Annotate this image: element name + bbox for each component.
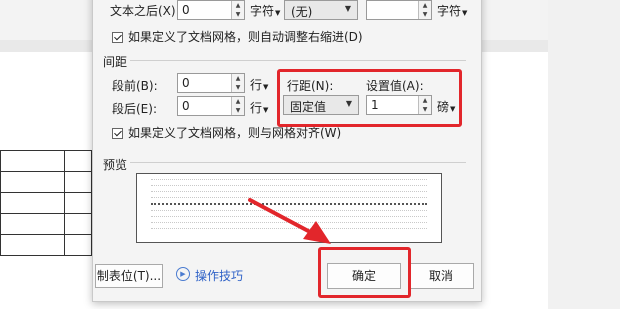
annotation-arrow	[248, 198, 331, 244]
